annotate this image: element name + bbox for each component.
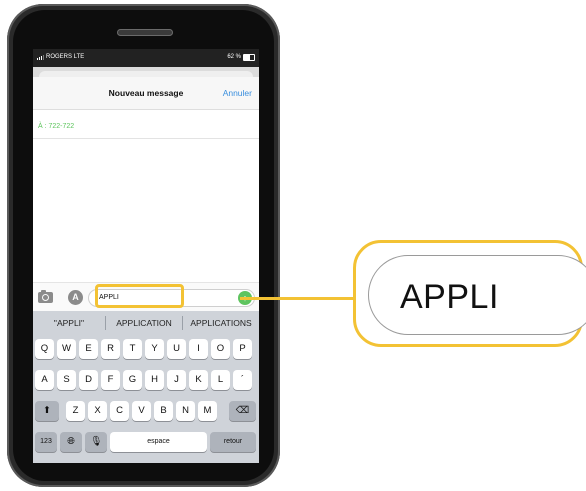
recipient-label: À : 722-722 bbox=[38, 123, 75, 130]
zoom-callout: APPLI bbox=[353, 240, 586, 347]
signal-icon bbox=[37, 54, 44, 60]
input-highlight bbox=[95, 284, 184, 308]
key[interactable]: ´ bbox=[233, 370, 252, 390]
key[interactable]: A bbox=[35, 370, 54, 390]
battery-icon bbox=[243, 54, 255, 61]
cancel-button[interactable]: Annuler bbox=[223, 88, 252, 98]
phone-speaker bbox=[117, 29, 173, 36]
key[interactable]: K bbox=[189, 370, 208, 390]
key[interactable]: V bbox=[132, 401, 151, 421]
delete-key[interactable]: ⌫ bbox=[229, 401, 256, 421]
phone-screen: ROGERS LTE 62 % Nouveau message Annuler … bbox=[33, 49, 259, 463]
key[interactable]: R bbox=[101, 339, 120, 359]
suggestion-item[interactable]: APPLICATION bbox=[106, 311, 182, 335]
navigation-bar: Nouveau message Annuler bbox=[33, 77, 259, 110]
key[interactable]: I bbox=[189, 339, 208, 359]
dictation-key[interactable]: 🎙︎ bbox=[85, 432, 107, 452]
key[interactable]: B bbox=[154, 401, 173, 421]
globe-icon: 🌐︎ bbox=[67, 436, 75, 447]
key[interactable]: Q bbox=[35, 339, 54, 359]
key[interactable]: L bbox=[211, 370, 230, 390]
carrier-group: ROGERS LTE bbox=[37, 54, 84, 60]
key[interactable]: Y bbox=[145, 339, 164, 359]
zoom-input-pill: APPLI bbox=[368, 255, 586, 335]
recipient-field[interactable]: À : 722-722 bbox=[33, 109, 259, 139]
key[interactable]: E bbox=[79, 339, 98, 359]
suggestion-bar: "APPLI" APPLICATION APPLICATIONS bbox=[33, 311, 259, 335]
space-key[interactable]: espace bbox=[110, 432, 207, 452]
numbers-key[interactable]: 123 bbox=[35, 432, 57, 452]
key[interactable]: S bbox=[57, 370, 76, 390]
shift-key[interactable]: ⬆ bbox=[35, 401, 59, 421]
status-bar: ROGERS LTE 62 % bbox=[33, 49, 259, 67]
key[interactable]: W bbox=[57, 339, 76, 359]
suggestion-item[interactable]: APPLICATIONS bbox=[183, 311, 259, 335]
key[interactable]: H bbox=[145, 370, 164, 390]
key[interactable]: C bbox=[110, 401, 129, 421]
key[interactable]: X bbox=[88, 401, 107, 421]
backspace-icon: ⌫ bbox=[235, 405, 250, 416]
callout-connector bbox=[240, 297, 356, 300]
keyboard: Q W E R T Y U I O P A S D F G H J K L ´ … bbox=[33, 335, 259, 463]
key[interactable]: N bbox=[176, 401, 195, 421]
key[interactable]: O bbox=[211, 339, 230, 359]
camera-icon[interactable] bbox=[38, 290, 53, 303]
microphone-icon: 🎙︎ bbox=[89, 436, 103, 447]
key[interactable]: P bbox=[233, 339, 252, 359]
sheet-backdrop bbox=[33, 67, 259, 77]
key[interactable]: U bbox=[167, 339, 186, 359]
globe-key[interactable]: 🌐︎ bbox=[60, 432, 82, 452]
key[interactable]: M bbox=[198, 401, 217, 421]
key[interactable]: T bbox=[123, 339, 142, 359]
shift-arrow-icon: ⬆ bbox=[43, 405, 51, 416]
app-store-icon[interactable]: A bbox=[68, 290, 83, 305]
key[interactable]: G bbox=[123, 370, 142, 390]
key[interactable]: Z bbox=[66, 401, 85, 421]
carrier-label: ROGERS LTE bbox=[46, 54, 85, 60]
return-key[interactable]: retour bbox=[210, 432, 256, 452]
zoom-input-text: APPLI bbox=[400, 278, 499, 316]
key[interactable]: D bbox=[79, 370, 98, 390]
suggestion-item[interactable]: "APPLI" bbox=[33, 311, 105, 335]
battery-percent: 62 % bbox=[227, 54, 241, 60]
key[interactable]: J bbox=[167, 370, 186, 390]
key[interactable]: F bbox=[101, 370, 120, 390]
